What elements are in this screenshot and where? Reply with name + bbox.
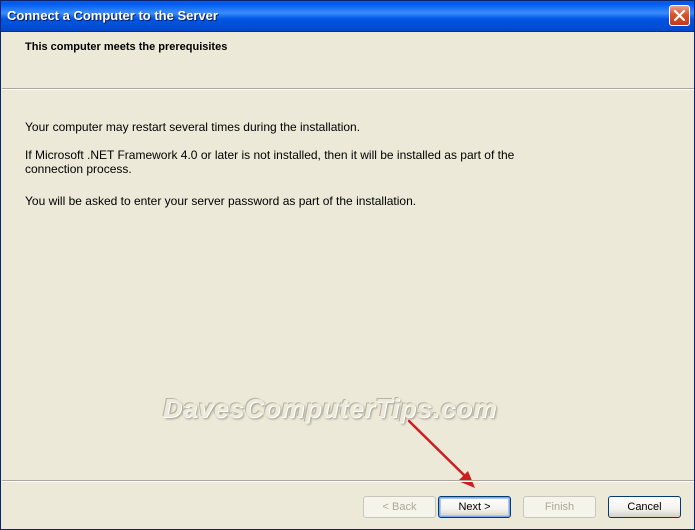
- next-button[interactable]: Next >: [438, 496, 511, 518]
- dotnet-notice: If Microsoft .NET Framework 4.0 or later…: [25, 148, 515, 176]
- wizard-header: This computer meets the prerequisites: [2, 32, 694, 89]
- red-arrow-icon: [407, 419, 475, 488]
- back-button[interactable]: < Back: [363, 496, 436, 518]
- password-notice: You will be asked to enter your server p…: [25, 194, 417, 208]
- close-button[interactable]: [669, 5, 690, 26]
- header-divider: [2, 89, 694, 90]
- header-title: This computer meets the prerequisites: [25, 41, 228, 53]
- close-icon: [673, 9, 686, 22]
- title-bar[interactable]: Connect a Computer to the Server: [1, 1, 694, 32]
- cancel-button[interactable]: Cancel: [608, 496, 681, 518]
- window-title: Connect a Computer to the Server: [7, 8, 218, 23]
- wizard-window: Connect a Computer to the Server This co…: [0, 0, 695, 530]
- restart-notice: Your computer may restart several times …: [25, 120, 361, 134]
- finish-button[interactable]: Finish: [523, 496, 596, 518]
